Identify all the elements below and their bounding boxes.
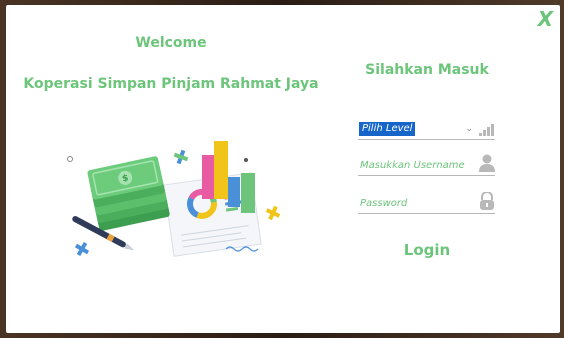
user-icon — [479, 154, 495, 172]
password-field[interactable]: Password — [358, 191, 495, 214]
finance-illustration: $ — [67, 141, 281, 257]
password-placeholder: Password — [360, 198, 408, 209]
username-placeholder: Masukkan Username — [360, 160, 465, 171]
level-select[interactable]: Pilih Level ⌄ — [358, 117, 495, 140]
cash-stack-icon: $ — [87, 156, 170, 231]
login-heading: Silahkan Masuk — [365, 62, 489, 78]
chevron-down-icon[interactable]: ⌄ — [465, 124, 473, 134]
cross-decoration — [265, 205, 281, 221]
window-frame: X Welcome Koperasi Simpan Pinjam Rahmat … — [0, 0, 564, 338]
close-button[interactable]: X — [538, 7, 553, 31]
welcome-heading: Welcome — [135, 35, 207, 51]
cross-decoration — [74, 241, 90, 257]
login-window: X Welcome Koperasi Simpan Pinjam Rahmat … — [6, 5, 560, 333]
lock-icon — [480, 192, 494, 210]
company-name: Koperasi Simpan Pinjam Rahmat Jaya — [23, 76, 319, 92]
dot-decoration — [67, 156, 73, 162]
signal-bars-icon — [479, 124, 494, 136]
squiggle-decoration — [225, 246, 259, 252]
login-button[interactable]: Login — [352, 241, 502, 259]
level-select-value: Pilih Level — [359, 122, 416, 136]
cross-decoration — [173, 149, 189, 165]
username-field[interactable]: Masukkan Username — [358, 153, 495, 176]
dot-decoration — [244, 158, 248, 162]
